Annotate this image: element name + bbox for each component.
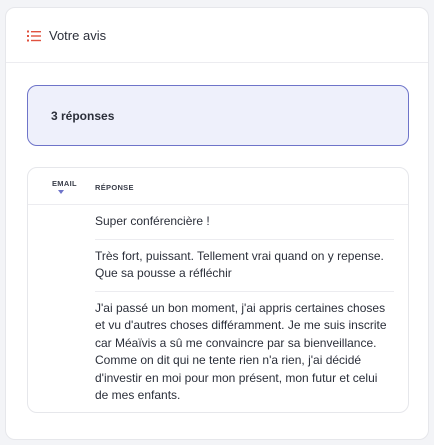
sort-desc-icon[interactable] <box>58 190 64 194</box>
column-header-response[interactable]: RÉPONSE <box>95 183 134 192</box>
table-row: J'ai passé un bon moment, j'ai appris ce… <box>95 300 387 403</box>
table-row: Très fort, puissant. Tellement vrai quan… <box>95 240 394 292</box>
responses-count: 3 réponses <box>51 108 115 123</box>
list-icon <box>27 29 41 42</box>
card-title: Votre avis <box>49 27 107 43</box>
responses-table: EMAIL RÉPONSE Super conférencière ! Très… <box>27 167 409 413</box>
table-row: Super conférencière ! <box>95 205 394 240</box>
table-header: EMAIL RÉPONSE <box>28 168 408 205</box>
responses-summary: 3 réponses <box>27 85 409 146</box>
card-header: Votre avis <box>6 8 428 63</box>
column-header-email[interactable]: EMAIL <box>52 179 77 188</box>
feedback-card: Votre avis 3 réponses EMAIL RÉPONSE Supe… <box>5 7 429 440</box>
